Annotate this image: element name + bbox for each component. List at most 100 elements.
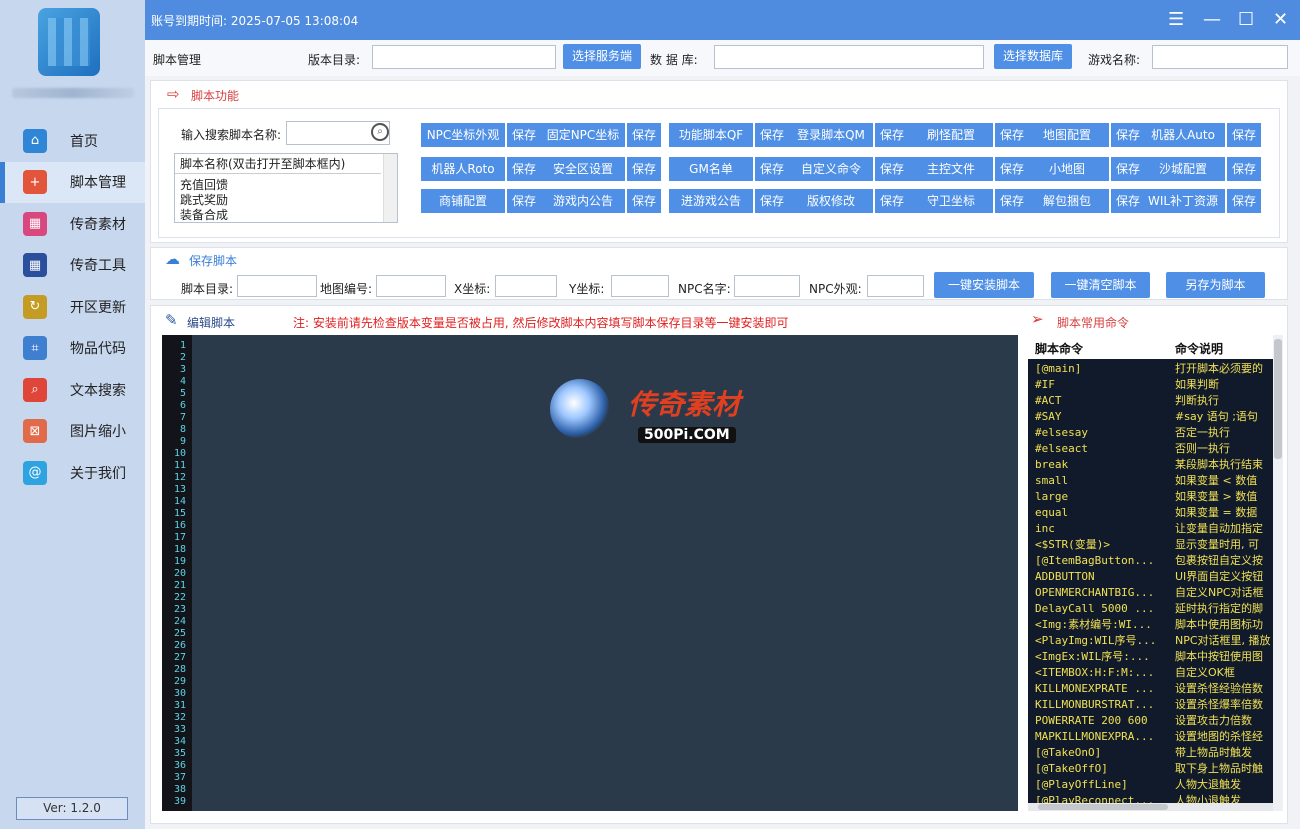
- script-list-item[interactable]: 充值回馈: [180, 178, 397, 193]
- command-row[interactable]: [@TakeOffO] 取下身上物品时触: [1028, 761, 1273, 777]
- sidebar-item-0[interactable]: ⌂ 首页: [0, 120, 145, 162]
- save-button[interactable]: 保存: [507, 123, 541, 147]
- commands-hscrollbar[interactable]: [1028, 803, 1273, 811]
- clear-script-button[interactable]: 一键清空脚本: [1051, 272, 1150, 298]
- func-button[interactable]: 主控文件: [909, 157, 993, 181]
- command-row[interactable]: [@PlayOffLine] 人物大退触发: [1028, 777, 1273, 793]
- sidebar-item-6[interactable]: ⌕ 文本搜索: [0, 369, 145, 411]
- save-button[interactable]: 保存: [995, 123, 1029, 147]
- command-row[interactable]: <ImgEx:WIL序号:... 脚本中按钮使用图: [1028, 649, 1273, 665]
- save-button[interactable]: 保存: [627, 123, 661, 147]
- select-db-button[interactable]: 选择数据库: [994, 44, 1072, 69]
- script-list-item[interactable]: 跳式奖励: [180, 193, 397, 208]
- save-button[interactable]: 保存: [875, 157, 909, 181]
- func-button[interactable]: GM名单: [669, 157, 753, 181]
- func-button[interactable]: 小地图: [1025, 157, 1109, 181]
- command-row[interactable]: POWERRATE 200 600 设置攻击力倍数: [1028, 713, 1273, 729]
- command-row[interactable]: OPENMERCHANTBIG... 自定义NPC对话框: [1028, 585, 1273, 601]
- sidebar-item-5[interactable]: ⌗ 物品代码: [0, 328, 145, 370]
- func-button[interactable]: 登录脚本QM: [789, 123, 873, 147]
- install-script-button[interactable]: 一键安装脚本: [934, 272, 1034, 298]
- command-row[interactable]: inc 让变量自动加指定: [1028, 521, 1273, 537]
- command-row[interactable]: KILLMONBURSTRAT... 设置杀怪爆率倍数: [1028, 697, 1273, 713]
- script-dir-input[interactable]: [237, 275, 317, 297]
- save-button[interactable]: 保存: [1111, 123, 1145, 147]
- command-row[interactable]: MAPKILLMONEXPRA... 设置地图的杀怪经: [1028, 729, 1273, 745]
- command-row[interactable]: <Img:素材编号:WI... 脚本中使用图标功: [1028, 617, 1273, 633]
- command-row[interactable]: [@main] 打开脚本必须要的: [1028, 361, 1273, 377]
- command-row[interactable]: #elsesay 否定一执行: [1028, 425, 1273, 441]
- command-row[interactable]: small 如果变量 < 数值: [1028, 473, 1273, 489]
- hscroll-thumb[interactable]: [1038, 804, 1168, 810]
- command-row[interactable]: break 某段脚本执行结束: [1028, 457, 1273, 473]
- search-icon[interactable]: ⌕: [371, 123, 389, 141]
- sidebar-item-1[interactable]: + 脚本管理: [0, 161, 145, 203]
- command-row[interactable]: #ACT 判断执行: [1028, 393, 1273, 409]
- save-button[interactable]: 保存: [1111, 157, 1145, 181]
- script-list-scrollbar[interactable]: [383, 154, 397, 222]
- scroll-thumb[interactable]: [1274, 339, 1282, 459]
- save-button[interactable]: 保存: [755, 157, 789, 181]
- save-button[interactable]: 保存: [627, 157, 661, 181]
- save-button[interactable]: 保存: [1111, 189, 1145, 213]
- select-server-button[interactable]: 选择服务端: [563, 44, 641, 69]
- command-row[interactable]: #elseact 否则一执行: [1028, 441, 1273, 457]
- sidebar-item-3[interactable]: ▦ 传奇工具: [0, 245, 145, 287]
- menu-icon[interactable]: ☰: [1168, 10, 1184, 30]
- sidebar-item-7[interactable]: ⊠ 图片缩小: [0, 411, 145, 453]
- map-id-input[interactable]: [376, 275, 446, 297]
- save-button[interactable]: 保存: [627, 189, 661, 213]
- func-button[interactable]: 功能脚本QF: [669, 123, 753, 147]
- func-button[interactable]: 机器人Roto: [421, 157, 505, 181]
- command-row[interactable]: large 如果变量 > 数值: [1028, 489, 1273, 505]
- minimize-button[interactable]: —: [1203, 10, 1221, 30]
- version-dir-input[interactable]: [372, 45, 556, 69]
- npc-name-input[interactable]: [734, 275, 800, 297]
- script-editor[interactable]: 1 2 3 4 5 6 7 8 9 10 11 12 13 14 15 16 17 18 19 20 21 22 23 24 2…: [162, 335, 1018, 811]
- save-button[interactable]: 保存: [995, 157, 1029, 181]
- func-button[interactable]: 游戏内公告: [541, 189, 625, 213]
- func-button[interactable]: 机器人Auto: [1141, 123, 1225, 147]
- func-button[interactable]: NPC坐标外观: [421, 123, 505, 147]
- command-row[interactable]: [@TakeOnO] 带上物品时触发: [1028, 745, 1273, 761]
- func-button[interactable]: 解包捆包: [1025, 189, 1109, 213]
- func-button[interactable]: 进游戏公告: [669, 189, 753, 213]
- func-button[interactable]: 自定义命令: [789, 157, 873, 181]
- command-row[interactable]: #SAY #say 语句 ;语句: [1028, 409, 1273, 425]
- func-button[interactable]: WIL补丁资源: [1141, 189, 1225, 213]
- command-row[interactable]: <ITEMBOX:H:F:M:... 自定义OK框: [1028, 665, 1273, 681]
- save-button[interactable]: 保存: [875, 123, 909, 147]
- save-button[interactable]: 保存: [507, 157, 541, 181]
- save-button[interactable]: 保存: [507, 189, 541, 213]
- command-row[interactable]: KILLMONEXPRATE ... 设置杀怪经验倍数: [1028, 681, 1273, 697]
- func-button[interactable]: 沙城配置: [1141, 157, 1225, 181]
- func-button[interactable]: 守卫坐标: [909, 189, 993, 213]
- game-name-input[interactable]: [1152, 45, 1288, 69]
- script-list-item[interactable]: 装备合成: [180, 208, 397, 222]
- save-as-script-button[interactable]: 另存为脚本: [1166, 272, 1265, 298]
- command-row[interactable]: DelayCall 5000 ... 延时执行指定的脚: [1028, 601, 1273, 617]
- save-button[interactable]: 保存: [755, 123, 789, 147]
- database-input[interactable]: [714, 45, 984, 69]
- func-button[interactable]: 版权修改: [789, 189, 873, 213]
- commands-scrollbar[interactable]: [1273, 335, 1283, 811]
- script-list[interactable]: 脚本名称(双击打开至脚本框内) 充值回馈 跳式奖励 装备合成: [174, 153, 398, 223]
- func-button[interactable]: 安全区设置: [541, 157, 625, 181]
- func-button[interactable]: 固定NPC坐标: [541, 123, 625, 147]
- close-button[interactable]: ✕: [1273, 10, 1288, 30]
- sidebar-item-4[interactable]: ↻ 开区更新: [0, 286, 145, 328]
- save-button[interactable]: 保存: [1227, 157, 1261, 181]
- command-row[interactable]: [@ItemBagButton... 包裹按钮自定义按: [1028, 553, 1273, 569]
- func-button[interactable]: 商铺配置: [421, 189, 505, 213]
- command-row[interactable]: equal 如果变量 = 数据: [1028, 505, 1273, 521]
- maximize-button[interactable]: ☐: [1238, 10, 1254, 30]
- command-row[interactable]: ADDBUTTON UI界面自定义按钮: [1028, 569, 1273, 585]
- sidebar-item-2[interactable]: ▦ 传奇素材: [0, 203, 145, 245]
- save-button[interactable]: 保存: [1227, 123, 1261, 147]
- npc-look-input[interactable]: [867, 275, 924, 297]
- sidebar-item-8[interactable]: @ 关于我们: [0, 452, 145, 494]
- save-button[interactable]: 保存: [1227, 189, 1261, 213]
- command-row[interactable]: <$STR(变量)> 显示变量时用, 可: [1028, 537, 1273, 553]
- save-button[interactable]: 保存: [755, 189, 789, 213]
- y-coord-input[interactable]: [611, 275, 669, 297]
